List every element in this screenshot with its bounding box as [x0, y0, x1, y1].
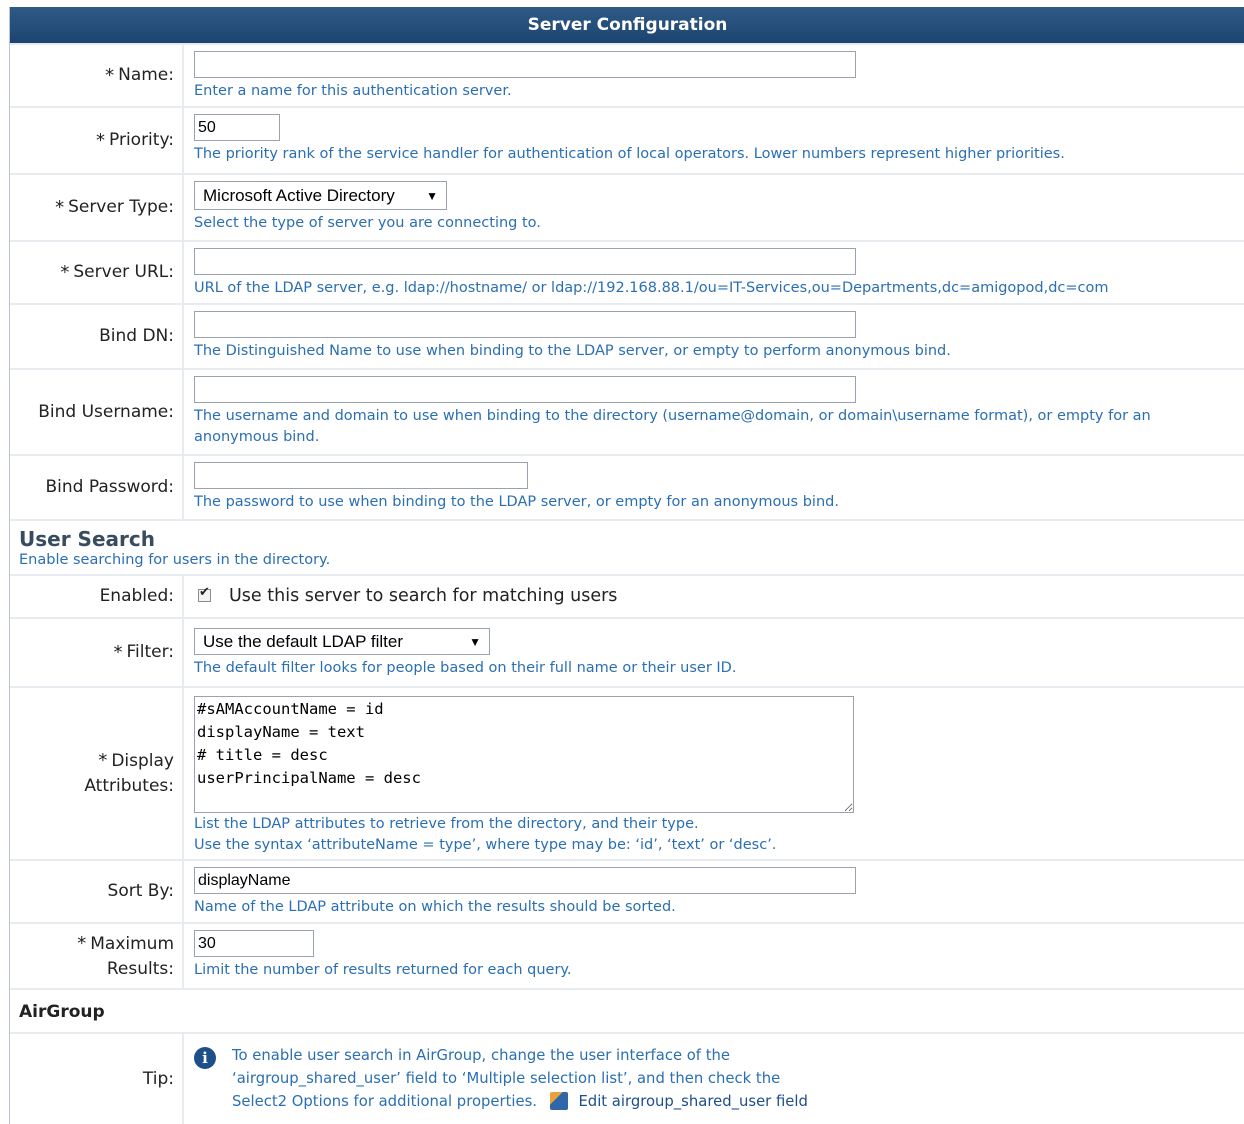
required-marker: *: [105, 65, 115, 86]
bind-password-hint: The password to use when binding to the …: [194, 494, 839, 510]
row-priority: *Priority: The priority rank of the serv…: [10, 108, 1244, 175]
row-maximum-results: *Maximum Results: Limit the number of re…: [10, 924, 1244, 990]
row-server-type: * Server Type: Microsoft Active Directory…: [10, 175, 1244, 242]
display-attributes-label-2: Attributes:: [84, 776, 174, 796]
row-display-attributes: *Display Attributes: List the LDAP attri…: [10, 688, 1244, 861]
required-marker: *: [55, 197, 65, 218]
row-tip: Tip: i To enable user search in AirGroup…: [10, 1034, 1244, 1124]
required-marker: *: [96, 130, 105, 151]
maximum-results-input[interactable]: [194, 930, 314, 957]
bind-password-input[interactable]: [194, 462, 528, 489]
row-enabled: Enabled: Use this server to search for m…: [10, 576, 1244, 619]
server-type-selected: Microsoft Active Directory: [203, 185, 395, 205]
chevron-down-icon: ▼: [469, 634, 481, 649]
bind-password-label: Bind Password:: [45, 477, 175, 497]
bind-dn-label: Bind DN:: [99, 326, 174, 346]
user-search-title: User Search: [19, 527, 155, 551]
name-hint: Enter a name for this authentication ser…: [194, 83, 512, 99]
sort-by-label: Sort By:: [107, 881, 174, 901]
priority-input[interactable]: [194, 114, 280, 141]
edit-airgroup-shared-user-link[interactable]: Edit airgroup_shared_user field: [578, 1093, 807, 1110]
tip-line-3: Select2 Options for additional propertie…: [232, 1093, 538, 1110]
row-bind-password: Bind Password: The password to use when …: [10, 456, 1244, 521]
bind-dn-hint: The Distinguished Name to use when bindi…: [194, 343, 951, 359]
filter-selected: Use the default LDAP filter: [203, 631, 404, 651]
bind-username-hint: The username and domain to use when bind…: [194, 408, 1151, 445]
server-configuration-panel: Server Configuration * Name: Enter a name…: [9, 7, 1244, 1124]
enabled-text: Use this server to search for matching u…: [229, 585, 618, 606]
server-type-select[interactable]: Microsoft Active Directory ▼: [194, 181, 447, 210]
info-icon: i: [194, 1047, 216, 1069]
enabled-checkbox[interactable]: [198, 585, 211, 602]
filter-hint: The default filter looks for people base…: [194, 660, 737, 676]
row-bind-dn: Bind DN: The Distinguished Name to use w…: [10, 305, 1244, 370]
priority-label: Priority:: [109, 130, 174, 150]
display-attributes-hint-1: List the LDAP attributes to retrieve fro…: [194, 816, 699, 832]
display-attributes-label-1: Display: [111, 751, 174, 771]
bind-dn-input[interactable]: [194, 311, 856, 338]
enabled-label: Enabled:: [99, 586, 174, 606]
chevron-down-icon: ▼: [426, 188, 438, 203]
row-bind-username: Bind Username: The username and domain t…: [10, 370, 1244, 456]
filter-label: Filter:: [126, 642, 174, 662]
panel-header: Server Configuration: [10, 7, 1244, 45]
row-server-url: * Server URL: URL of the LDAP server, e.g…: [10, 242, 1244, 305]
priority-hint: The priority rank of the service handler…: [194, 146, 1065, 162]
maximum-results-hint: Limit the number of results returned for…: [194, 962, 572, 978]
row-name: * Name: Enter a name for this authenticat…: [10, 45, 1244, 108]
name-input[interactable]: [194, 51, 856, 78]
tip-line-2: ‘airgroup_shared_user’ field to ‘Multipl…: [232, 1070, 781, 1087]
required-marker: *: [77, 932, 87, 954]
filter-select[interactable]: Use the default LDAP filter ▼: [194, 628, 490, 655]
required-marker: *: [60, 262, 70, 283]
display-attributes-textarea[interactable]: [194, 696, 854, 813]
tip-line-1: To enable user search in AirGroup, chang…: [232, 1047, 731, 1064]
row-filter: * Filter: Use the default LDAP filter ▼ T…: [10, 619, 1244, 688]
edit-field-icon[interactable]: [549, 1092, 568, 1110]
row-sort-by: Sort By: Name of the LDAP attribute on w…: [10, 861, 1244, 924]
required-marker: *: [98, 750, 108, 771]
bind-username-label: Bind Username:: [38, 401, 174, 422]
sort-by-hint: Name of the LDAP attribute on which the …: [194, 899, 676, 915]
maximum-results-label-2: Results:: [106, 958, 174, 979]
display-attributes-hint-2: Use the syntax ‘attributeName = type’, w…: [194, 837, 777, 853]
sort-by-input[interactable]: [194, 867, 856, 894]
maximum-results-label-1: Maximum: [90, 933, 174, 954]
required-marker: *: [113, 642, 123, 663]
server-url-hint: URL of the LDAP server, e.g. ldap://host…: [194, 280, 1109, 296]
airgroup-section: AirGroup: [10, 990, 1244, 1034]
server-url-label: Server URL:: [73, 262, 174, 282]
user-search-desc: Enable searching for users in the direct…: [19, 552, 331, 568]
name-label: Name:: [118, 65, 174, 85]
user-search-section: User Search Enable searching for users i…: [10, 521, 1244, 576]
tip-label: Tip:: [142, 1068, 174, 1089]
server-type-hint: Select the type of server you are connec…: [194, 215, 541, 231]
server-type-label: Server Type:: [68, 197, 174, 217]
server-url-input[interactable]: [194, 248, 856, 275]
bind-username-input[interactable]: [194, 376, 856, 403]
